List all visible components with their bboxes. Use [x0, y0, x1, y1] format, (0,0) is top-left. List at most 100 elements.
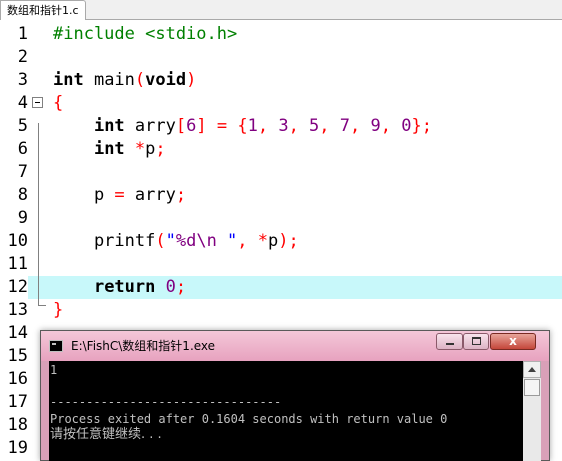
line-number: 10: [7, 231, 28, 251]
line-number: 12: [0, 276, 28, 299]
code-token: (: [134, 70, 146, 90]
minimize-icon: [446, 343, 454, 345]
code-token: p: [145, 139, 156, 159]
code-token: 7: [339, 116, 351, 136]
code-token: ,: [237, 231, 258, 251]
line-number: 1: [17, 24, 28, 44]
code-token: ": [216, 231, 238, 251]
code-text: {: [53, 92, 63, 115]
line-number: 19: [7, 438, 28, 458]
code-line[interactable]: 1 #include <stdio.h>: [0, 23, 562, 46]
code-token: int: [93, 139, 125, 159]
code-token: ,: [319, 116, 340, 136]
code-line[interactable]: 8 p = arry;: [0, 184, 562, 207]
code-token: int: [93, 116, 125, 136]
code-token: 1: [247, 116, 258, 136]
code-token: *: [257, 231, 269, 251]
code-token: ,: [350, 116, 371, 136]
code-token: return: [93, 277, 156, 297]
close-button[interactable]: x: [490, 333, 536, 350]
line-number: 7: [17, 162, 28, 182]
line-number: 6: [17, 139, 28, 159]
code-token: ;: [421, 116, 432, 136]
code-token: [: [175, 116, 187, 136]
console-output[interactable]: 1 -------------------------------- Proce…: [49, 361, 541, 461]
code-text: int arry[6] = {1, 3, 5, 7, 9, 0};: [53, 115, 432, 138]
code-token: #include <stdio.h>: [53, 24, 238, 44]
code-token: }: [53, 300, 64, 320]
console-line: 1: [50, 363, 58, 377]
line-number: 8: [17, 185, 28, 205]
code-token: ": [165, 231, 176, 251]
console-separator: --------------------------------: [50, 395, 282, 409]
code-token: ]: [196, 116, 207, 136]
code-line[interactable]: 13}: [0, 299, 562, 322]
console-title: E:\FishC\数组和指针1.exe: [71, 339, 216, 353]
fold-guide: [38, 123, 39, 305]
line-number: 5: [17, 116, 28, 136]
console-window[interactable]: E:\FishC\数组和指针1.exe x 1 ----------------…: [40, 330, 550, 461]
code-token: main: [83, 70, 135, 90]
line-number: 13: [7, 300, 28, 320]
fold-guide-end: [38, 305, 46, 306]
minimize-button[interactable]: [436, 333, 463, 350]
code-line[interactable]: 3 int main(void): [0, 69, 562, 92]
code-line[interactable]: 2: [0, 46, 562, 69]
code-token: 0: [401, 116, 412, 136]
code-line[interactable]: 12 return 0;: [0, 276, 562, 299]
code-line[interactable]: 9: [0, 207, 562, 230]
code-token: printf: [53, 231, 156, 251]
code-text: printf("%d\n ", *p);: [53, 230, 299, 253]
line-number: 11: [7, 254, 28, 274]
tab-source-file[interactable]: 数组和指针1.c: [0, 0, 86, 20]
code-text: #include <stdio.h>: [53, 23, 237, 46]
code-token: (: [155, 231, 166, 251]
code-text: p = arry;: [53, 184, 186, 207]
code-token: ,: [257, 116, 279, 136]
console-scrollbar[interactable]: [523, 361, 541, 461]
code-text: }: [53, 299, 63, 322]
code-token: ;: [288, 231, 299, 251]
console-exit-message: Process exited after 0.1604 seconds with…: [50, 412, 448, 426]
code-token: ): [186, 70, 197, 90]
line-number: 3: [17, 70, 28, 90]
code-token: arry: [124, 116, 176, 136]
code-line[interactable]: 5 int arry[6] = {1, 3, 5, 7, 9, 0};: [0, 115, 562, 138]
line-number: 9: [17, 208, 28, 228]
code-token: ,: [288, 116, 310, 136]
code-line[interactable]: 10 printf("%d\n ", *p);: [0, 230, 562, 253]
code-token: =: [206, 116, 238, 136]
close-icon: x: [509, 334, 517, 348]
code-line[interactable]: 7: [0, 161, 562, 184]
code-text: int main(void): [53, 69, 196, 92]
scroll-up-arrow-icon[interactable]: [523, 361, 541, 378]
fold-minus-icon[interactable]: [32, 97, 43, 108]
line-number: 17: [7, 392, 28, 412]
code-token: =: [114, 185, 125, 205]
maximize-icon: [472, 337, 481, 345]
code-line[interactable]: 6 int *p;: [0, 138, 562, 161]
code-token: void: [145, 70, 187, 90]
code-token: {: [53, 93, 64, 113]
editor-tab-bar: 数组和指针1.c: [0, 0, 562, 20]
scrollbar-thumb[interactable]: [524, 379, 540, 396]
code-token: arry: [124, 185, 176, 205]
line-number: 15: [7, 346, 28, 366]
maximize-button[interactable]: [463, 333, 489, 350]
code-line[interactable]: 11: [0, 253, 562, 276]
code-line[interactable]: 4{: [0, 92, 562, 115]
line-number: 18: [7, 415, 28, 435]
code-token: ): [278, 231, 289, 251]
line-number: 2: [17, 47, 28, 67]
code-token: ;: [175, 277, 187, 297]
code-token: 9: [370, 116, 381, 136]
code-token: }: [411, 116, 422, 136]
code-token: int: [53, 70, 84, 90]
code-token: p: [53, 185, 115, 205]
console-titlebar[interactable]: E:\FishC\数组和指针1.exe x: [41, 331, 549, 361]
